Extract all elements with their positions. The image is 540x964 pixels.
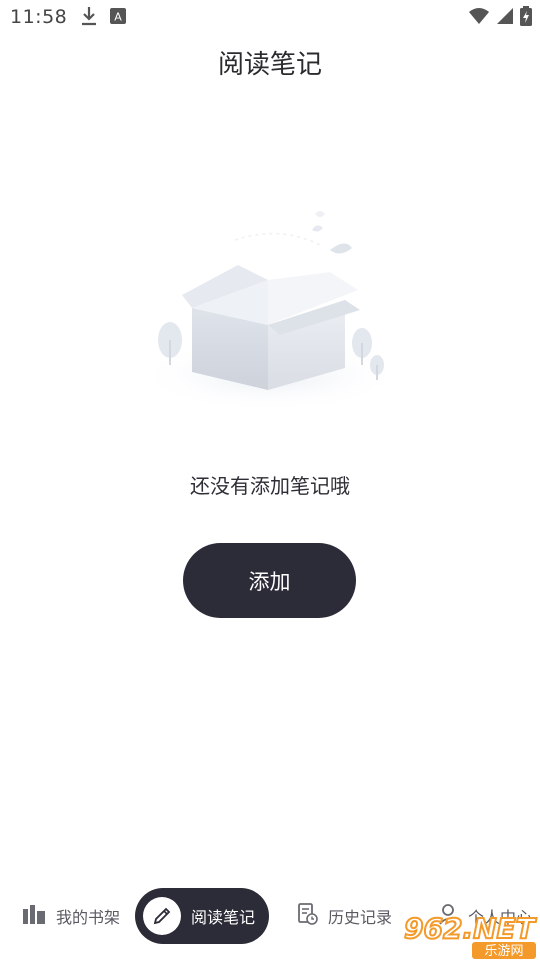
nav-label-bookshelf: 我的书架 [56,908,121,927]
pencil-icon [143,897,181,935]
status-time: 11:58 [10,6,68,28]
page-title: 阅读笔记 [217,50,322,80]
svg-text:A: A [114,11,122,24]
app-notification-icon: A [110,8,126,28]
watermark-line2: 乐游网 [484,944,523,959]
status-left-icons: A [80,6,126,30]
history-icon [298,903,318,929]
watermark-line1: 962.NET [404,912,537,945]
signal-icon [496,7,514,29]
nav-item-bookshelf[interactable]: 我的书架 [22,880,120,952]
nav-label-notes: 阅读笔记 [191,908,256,927]
bookshelf-icon [22,903,46,929]
site-watermark-logo: 962.NET 乐游网 [400,908,540,960]
add-note-button[interactable]: 添加 [183,543,356,618]
nav-item-history[interactable]: 历史记录 [298,880,392,952]
nav-label-history: 历史记录 [328,908,393,927]
status-bar: 11:58 A [0,0,540,36]
empty-box-illustration [130,200,410,420]
nav-item-notes[interactable]: 阅读笔记 [135,888,270,944]
battery-icon [520,6,532,30]
download-icon [80,6,98,30]
empty-state-message: 还没有添加笔记哦 [190,474,350,498]
wifi-icon [468,7,490,29]
status-right-icons [468,6,532,30]
